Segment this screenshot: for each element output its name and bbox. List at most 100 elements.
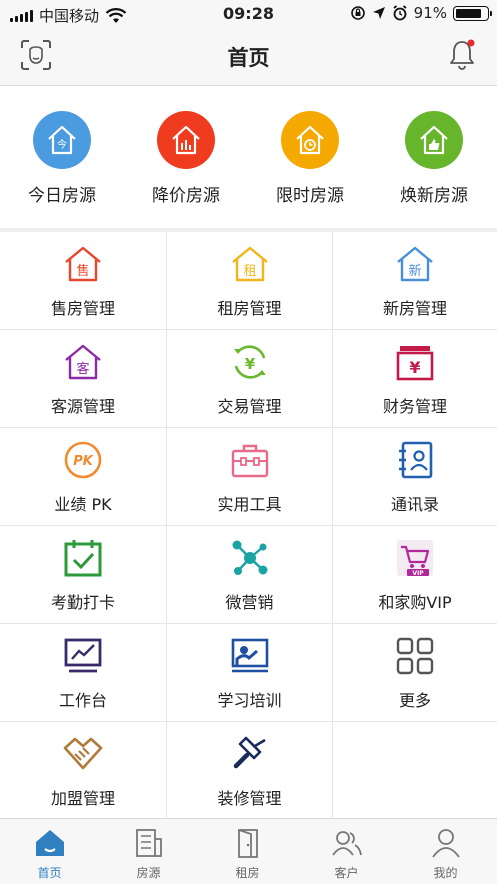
quick-action-today[interactable]: 今 今日房源 (0, 86, 124, 228)
svg-text:客: 客 (76, 361, 89, 377)
workbench-icon (64, 638, 102, 673)
network-icon (232, 540, 267, 575)
house-clock-icon (281, 111, 339, 169)
battery-icon (453, 5, 492, 21)
house-sale-icon: 售 (65, 246, 101, 282)
location-icon (372, 7, 385, 19)
feature-grid: 售 售房管理 租 租房管理 新 新房管理 客 客源管理 ¥ 交易管理 ¥ 财务管… (0, 232, 497, 818)
grid-item-label: 工作台 (58, 691, 107, 710)
grid-item-label: 客源管理 (50, 397, 115, 416)
tab-label: 租房 (235, 866, 260, 880)
tab-customers[interactable]: 客户 (297, 819, 396, 884)
grid-item-label: 考勤打卡 (50, 593, 115, 612)
home-icon (35, 830, 64, 856)
training-icon (231, 638, 268, 673)
status-bar: 中国移动 09:28 91% (0, 0, 497, 28)
door-icon (237, 829, 258, 858)
quick-actions: 今 今日房源 降价房源 限时房源 焕新房源 (0, 86, 497, 228)
grid-item-franchise[interactable]: 加盟管理 (0, 722, 167, 818)
handshake-icon (63, 737, 103, 770)
grid-item-finance[interactable]: ¥ 财务管理 (333, 330, 497, 428)
house-customer-icon: 客 (65, 344, 101, 380)
svg-text:¥: ¥ (409, 358, 420, 377)
house-today-icon: 今 (33, 111, 91, 169)
calendar-check-icon (64, 540, 102, 577)
grid-item-label: 新房管理 (382, 299, 447, 318)
quick-action-label: 今日房源 (28, 186, 96, 206)
house-price-drop-icon (157, 111, 215, 169)
quick-action-limited[interactable]: 限时房源 (248, 86, 372, 228)
svg-text:售: 售 (76, 263, 89, 279)
tab-label: 首页 (37, 866, 62, 880)
grid-item-sale[interactable]: 售 售房管理 (0, 232, 167, 330)
grid-item-label: 装修管理 (217, 789, 282, 808)
grid-item-label: 更多 (398, 691, 431, 710)
svg-text:¥: ¥ (244, 355, 255, 373)
rotation-lock-icon (350, 6, 365, 20)
tab-listings[interactable]: 房源 (99, 819, 198, 884)
grid-item-new[interactable]: 新 新房管理 (333, 232, 497, 330)
notification-dot (467, 39, 475, 47)
page-title: 首页 (227, 46, 270, 70)
grid-item-label: 财务管理 (382, 397, 447, 416)
tab-label: 客户 (334, 866, 359, 880)
tab-label: 我的 (433, 866, 458, 880)
grid-item-label: 和家购VIP (378, 593, 452, 612)
svg-text:今: 今 (57, 138, 67, 151)
house-rent-icon: 租 (231, 246, 268, 282)
grid-item-tools[interactable]: 实用工具 (167, 428, 333, 526)
building-icon (135, 829, 162, 857)
grid-item-decoration[interactable]: 装修管理 (167, 722, 333, 818)
tab-bar: 首页 房源 租房 客户 我的 (0, 818, 497, 884)
quick-action-label: 焕新房源 (400, 186, 468, 206)
grid-item-label: 微营销 (225, 593, 274, 612)
quick-action-label: 限时房源 (276, 186, 344, 206)
nav-bar: 首页 (0, 28, 497, 86)
grid-item-label: 业绩 PK (54, 495, 112, 514)
person-icon (431, 829, 460, 858)
grid-item-label: 通讯录 (390, 495, 439, 514)
toolbox-icon (231, 444, 268, 478)
finance-box-icon: ¥ (396, 346, 434, 381)
grid-empty-cell (333, 722, 497, 818)
grid-item-more[interactable]: 更多 (333, 624, 497, 722)
svg-text:PK: PK (73, 454, 94, 469)
battery-percent: 91% (413, 4, 447, 22)
svg-text:VIP: VIP (412, 570, 424, 577)
tab-home[interactable]: 首页 (0, 819, 99, 884)
paint-roller-icon (233, 736, 266, 769)
grid-item-transaction[interactable]: ¥ 交易管理 (167, 330, 333, 428)
grid-item-label: 租房管理 (217, 299, 282, 318)
grid-item-customer[interactable]: 客 客源管理 (0, 330, 167, 428)
more-grid-icon (396, 637, 434, 675)
grid-item-training[interactable]: 学习培训 (167, 624, 333, 722)
pk-icon: PK (64, 441, 102, 479)
grid-item-label: 实用工具 (217, 495, 282, 514)
grid-item-label: 加盟管理 (50, 789, 115, 808)
quick-action-label: 降价房源 (152, 186, 220, 206)
svg-text:租: 租 (243, 264, 256, 279)
grid-item-label: 售房管理 (50, 299, 115, 318)
grid-item-micro-marketing[interactable]: 微营销 (167, 526, 333, 624)
status-right: 91% (350, 4, 492, 22)
tab-profile[interactable]: 我的 (396, 819, 495, 884)
svg-text:新: 新 (408, 263, 421, 279)
grid-item-rent[interactable]: 租 租房管理 (167, 232, 333, 330)
tab-label: 房源 (136, 866, 161, 880)
tab-rent[interactable]: 租房 (198, 819, 297, 884)
grid-item-pk[interactable]: PK 业绩 PK (0, 428, 167, 526)
grid-item-attendance[interactable]: 考勤打卡 (0, 526, 167, 624)
quick-action-price-drop[interactable]: 降价房源 (124, 86, 248, 228)
grid-item-workbench[interactable]: 工作台 (0, 624, 167, 722)
house-like-icon (405, 111, 463, 169)
grid-item-label: 交易管理 (217, 397, 282, 416)
grid-item-vip[interactable]: VIP 和家购VIP (333, 526, 497, 624)
bell-icon[interactable] (447, 38, 477, 72)
alarm-icon (393, 5, 407, 21)
quick-action-refresh[interactable]: 焕新房源 (372, 86, 496, 228)
vip-cart-icon: VIP (397, 540, 433, 577)
house-new-icon: 新 (397, 246, 433, 282)
grid-item-contacts[interactable]: 通讯录 (333, 428, 497, 526)
contacts-icon (399, 441, 433, 479)
people-icon (331, 831, 362, 856)
